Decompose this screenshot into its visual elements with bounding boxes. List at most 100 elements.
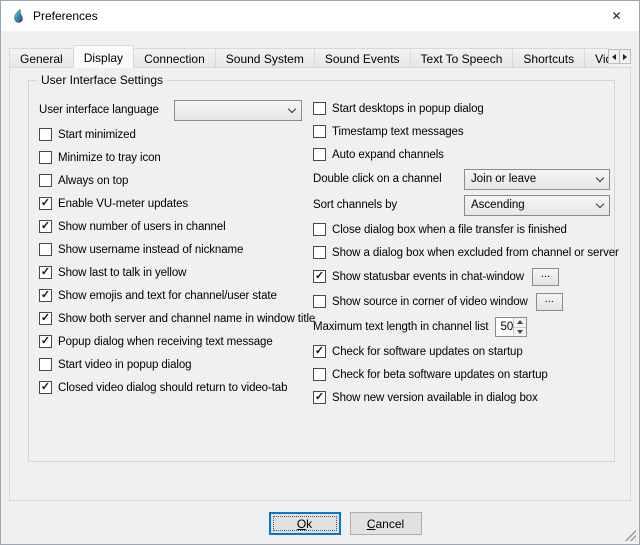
checkbox-checked[interactable]: ✓: [39, 266, 52, 279]
checkbox-unchecked[interactable]: [313, 148, 326, 161]
checkbox-checked[interactable]: ✓: [39, 312, 52, 325]
chevron-down-icon: [596, 199, 604, 207]
tab-general[interactable]: General: [9, 48, 74, 68]
checkbox-checked[interactable]: ✓: [39, 197, 52, 210]
ok-label-accel: O: [297, 517, 306, 531]
more-options-button[interactable]: ...: [532, 268, 559, 286]
tab-scroll-right-button[interactable]: [619, 49, 631, 64]
tab-sound-system[interactable]: Sound System: [215, 48, 315, 68]
checkbox-label: Closed video dialog should return to vid…: [58, 382, 287, 394]
close-icon: ✕: [611, 9, 621, 23]
checkbox-row[interactable]: Timestamp text messages: [313, 120, 610, 143]
arrow-right-icon: [623, 54, 627, 60]
checkbox-unchecked[interactable]: [39, 243, 52, 256]
checkbox-checked[interactable]: ✓: [39, 220, 52, 233]
checkbox-label: Check for beta software updates on start…: [332, 369, 548, 381]
spin-up-button[interactable]: [514, 318, 526, 327]
checkbox-checked[interactable]: ✓: [313, 345, 326, 358]
checkbox-unchecked[interactable]: [313, 125, 326, 138]
chevron-down-icon: [596, 173, 604, 181]
tab-shortcuts[interactable]: Shortcuts: [512, 48, 585, 68]
checkbox-unchecked[interactable]: [313, 246, 326, 259]
app-icon: [10, 8, 26, 24]
checkbox-row[interactable]: Check for beta software updates on start…: [313, 363, 610, 386]
checkbox-row[interactable]: ✓ Show number of users in channel: [39, 215, 303, 238]
checkbox-row[interactable]: Minimize to tray icon: [39, 146, 303, 169]
checkbox-label: Check for software updates on startup: [332, 346, 523, 358]
cancel-button[interactable]: Cancel: [350, 512, 422, 535]
checkbox-checked[interactable]: ✓: [313, 270, 326, 283]
tab-page-display: User Interface Settings User interface l…: [9, 67, 631, 501]
checkbox-label: Always on top: [58, 175, 128, 187]
tab-text-to-speech[interactable]: Text To Speech: [410, 48, 514, 68]
window-title: Preferences: [33, 9, 98, 23]
checkbox-unchecked[interactable]: [39, 174, 52, 187]
checkbox-unchecked[interactable]: [39, 358, 52, 371]
checkbox-row[interactable]: ✓Show statusbar events in chat-window...: [313, 264, 610, 289]
checkbox-label: Start desktops in popup dialog: [332, 103, 484, 115]
checkbox-unchecked[interactable]: [313, 102, 326, 115]
checkbox-label: Timestamp text messages: [332, 126, 463, 138]
max-text-length-spinbox[interactable]: 50: [495, 317, 527, 337]
checkbox-checked[interactable]: ✓: [313, 391, 326, 404]
double-click-label: Double click on a channel: [313, 173, 464, 185]
checkbox-row[interactable]: Start desktops in popup dialog: [313, 97, 610, 120]
tab-sound-events[interactable]: Sound Events: [314, 48, 411, 68]
checkbox-row[interactable]: Show source in corner of video window...: [313, 289, 610, 314]
double-click-combobox[interactable]: Join or leave: [464, 169, 610, 190]
right-bottom-checkbox-list: ✓ Check for software updates on startup Ch…: [313, 340, 610, 409]
tab-scroll-buttons: [608, 49, 631, 64]
checkbox-label: Show username instead of nickname: [58, 244, 243, 256]
combobox-value: Join or leave: [471, 173, 591, 185]
checkbox-label: Start video in popup dialog: [58, 359, 191, 371]
checkbox-row[interactable]: ✓Show emojis and text for channel/user s…: [39, 284, 303, 307]
checkbox-label: Minimize to tray icon: [58, 152, 161, 164]
close-button[interactable]: ✕: [594, 1, 639, 31]
language-combobox[interactable]: [174, 100, 302, 121]
cancel-label-rest: ancel: [375, 517, 404, 531]
checkbox-unchecked[interactable]: [39, 151, 52, 164]
checkbox-checked[interactable]: ✓: [39, 289, 52, 302]
checkbox-label: Enable VU-meter updates: [58, 198, 188, 210]
checkbox-label: Show number of users in channel: [58, 221, 226, 233]
checkbox-row[interactable]: ✓Show both server and channel name in wi…: [39, 307, 303, 330]
checkbox-row[interactable]: Show username instead of nickname: [39, 238, 303, 261]
checkbox-row[interactable]: Start video in popup dialog: [39, 353, 303, 376]
group-title: User Interface Settings: [37, 73, 167, 87]
spin-down-button[interactable]: [514, 327, 526, 337]
checkbox-row[interactable]: Auto expand channels: [313, 143, 610, 166]
checkbox-checked[interactable]: ✓: [39, 381, 52, 394]
tab-bar: GeneralDisplayConnectionSound SystemSoun…: [9, 45, 609, 68]
arrow-down-icon: [517, 330, 523, 334]
checkbox-row[interactable]: ✓ Popup dialog when receiving text messag…: [39, 330, 303, 353]
tab-connection[interactable]: Connection: [133, 48, 216, 68]
checkbox-row[interactable]: ✓Show last to talk in yellow: [39, 261, 303, 284]
checkbox-row[interactable]: ✓ Check for software updates on startup: [313, 340, 610, 363]
checkbox-checked[interactable]: ✓: [39, 335, 52, 348]
checkbox-row[interactable]: ✓ Closed video dialog should return to vi…: [39, 376, 303, 399]
checkbox-row[interactable]: ✓ Enable VU-meter updates: [39, 192, 303, 215]
ok-label-rest: k: [306, 517, 312, 531]
combobox-value: Ascending: [471, 199, 591, 211]
ok-button[interactable]: Ok: [269, 512, 341, 535]
checkbox-unchecked[interactable]: [313, 295, 326, 308]
left-checkbox-list: Start minimized Minimize to tray icon Alwa…: [39, 123, 303, 399]
sort-channels-combobox[interactable]: Ascending: [464, 195, 610, 216]
language-label: User interface language: [39, 104, 174, 116]
checkbox-unchecked[interactable]: [313, 368, 326, 381]
spin-buttons: [513, 318, 526, 336]
checkbox-row[interactable]: ✓Show new version available in dialog bo…: [313, 386, 610, 409]
checkbox-row[interactable]: Always on top: [39, 169, 303, 192]
tab-video[interactable]: Video: [584, 48, 609, 68]
tab-display[interactable]: Display: [73, 45, 134, 68]
preferences-dialog: Preferences ✕ GeneralDisplayConnectionSo…: [0, 0, 640, 545]
more-options-button[interactable]: ...: [536, 293, 563, 311]
checkbox-row[interactable]: Close dialog box when a file transfer is…: [313, 218, 610, 241]
checkbox-unchecked[interactable]: [313, 223, 326, 236]
checkbox-row[interactable]: Start minimized: [39, 123, 303, 146]
checkbox-unchecked[interactable]: [39, 128, 52, 141]
checkbox-row[interactable]: Show a dialog box when excluded from cha…: [313, 241, 610, 264]
user-interface-settings-group: User Interface Settings User interface l…: [28, 80, 615, 462]
max-text-length-setting: Maximum text length in channel list 50: [313, 314, 610, 340]
checkbox-label: Popup dialog when receiving text message: [58, 336, 273, 348]
